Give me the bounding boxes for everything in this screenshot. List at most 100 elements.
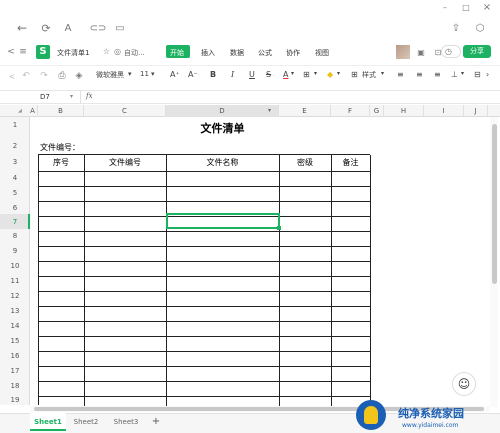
table-cell[interactable] (167, 172, 280, 187)
table-cell[interactable] (332, 322, 371, 337)
table-cell[interactable] (167, 292, 280, 307)
add-sheet-button[interactable]: + (148, 413, 164, 431)
table-style-icon[interactable]: ⊞ (351, 70, 358, 79)
link-icon[interactable]: ⊂⊃ (90, 22, 107, 34)
vertical-align-icon[interactable]: ⊥ (451, 70, 458, 79)
table-cell[interactable] (39, 277, 85, 292)
tab-home[interactable]: 开始 (170, 48, 184, 58)
table-cell[interactable] (280, 277, 332, 292)
table-cell[interactable] (39, 187, 85, 202)
dropdown-arrow-icon[interactable]: ▾ (291, 70, 294, 77)
table-cell[interactable] (85, 202, 167, 217)
table-cell[interactable] (280, 172, 332, 187)
table-cell[interactable] (39, 202, 85, 217)
table-cell[interactable] (280, 292, 332, 307)
table-cell[interactable] (85, 277, 167, 292)
share-button[interactable]: 分享 (463, 45, 491, 58)
table-cell[interactable] (85, 367, 167, 382)
assistant-icon[interactable]: ☺ (452, 372, 476, 396)
menu-icon[interactable]: ≡ (18, 47, 28, 57)
table-cell[interactable] (39, 307, 85, 322)
bold-icon[interactable]: B (210, 70, 216, 79)
name-box[interactable]: D7 (40, 93, 50, 101)
table-cell[interactable] (39, 322, 85, 337)
sheet-tab-sheet2[interactable]: Sheet2 (68, 413, 104, 431)
maximize-icon[interactable]: □ (461, 2, 471, 12)
style-dropdown[interactable]: 样式 (362, 70, 376, 80)
table-cell[interactable] (85, 172, 167, 187)
table-cell[interactable] (85, 337, 167, 352)
filter-arrow-icon[interactable]: ▾ (268, 107, 271, 114)
row-header-14[interactable]: 14 (0, 322, 30, 330)
vertical-scrollbar-thumb[interactable] (492, 124, 497, 284)
refresh-icon[interactable]: ⟳ (40, 22, 52, 35)
fill-handle[interactable] (277, 226, 281, 230)
merge-cells-icon[interactable]: ⊟ (474, 70, 481, 79)
align-right-icon[interactable]: ≡ (434, 70, 441, 79)
row-header-7[interactable]: 7 (0, 218, 30, 226)
table-cell[interactable] (85, 232, 167, 247)
present-icon[interactable]: ▣ (416, 47, 426, 57)
table-cell[interactable] (167, 367, 280, 382)
table-cell[interactable] (280, 232, 332, 247)
table-cell[interactable] (332, 187, 371, 202)
table-cell[interactable] (280, 247, 332, 262)
fill-color-icon[interactable]: ◆ (327, 70, 333, 79)
row-header-11[interactable]: 11 (0, 277, 30, 285)
table-cell[interactable] (167, 382, 280, 397)
star-icon[interactable]: ☆ (102, 47, 111, 56)
collapse-icon[interactable]: < (7, 71, 17, 81)
col-header-e[interactable]: E (279, 105, 331, 117)
row-header-10[interactable]: 10 (0, 262, 30, 270)
print-icon[interactable]: ⎙ (57, 71, 67, 81)
table-cell[interactable] (85, 292, 167, 307)
row-header-16[interactable]: 16 (0, 352, 30, 360)
autosave-label[interactable]: 自动... (124, 48, 145, 58)
redo-icon[interactable]: ↷ (39, 71, 49, 81)
strikethrough-icon[interactable]: S (266, 70, 271, 79)
share-icon[interactable]: ⇪ (450, 22, 462, 34)
table-cell[interactable] (280, 217, 332, 232)
dropdown-arrow-icon[interactable]: ▾ (337, 70, 340, 77)
row-header-6[interactable]: 6 (0, 204, 30, 212)
table-cell[interactable] (332, 307, 371, 322)
row-header-18[interactable]: 18 (0, 382, 30, 390)
dropdown-arrow-icon[interactable]: ▾ (151, 70, 155, 78)
table-header-remarks[interactable]: 备注 (331, 157, 370, 168)
table-cell[interactable] (85, 262, 167, 277)
row-header-3[interactable]: 3 (0, 158, 30, 166)
table-cell[interactable] (39, 292, 85, 307)
sheet-title[interactable]: 文件清单 (166, 120, 279, 136)
table-cell[interactable] (280, 262, 332, 277)
tab-data[interactable]: 数据 (230, 48, 244, 58)
row-header-2[interactable]: 2 (0, 142, 30, 150)
table-cell[interactable] (39, 367, 85, 382)
table-cell[interactable] (332, 337, 371, 352)
tab-insert[interactable]: 插入 (201, 48, 215, 58)
table-cell[interactable] (280, 367, 332, 382)
table-cell[interactable] (39, 172, 85, 187)
table-cell[interactable] (280, 352, 332, 367)
row-header-9[interactable]: 9 (0, 247, 30, 255)
decrease-font-icon[interactable]: A⁻ (188, 70, 198, 79)
table-cell[interactable] (332, 232, 371, 247)
table-header-file-name[interactable]: 文件名称 (166, 157, 279, 168)
font-name-select[interactable]: 微软雅黑 (96, 70, 124, 80)
underline-icon[interactable]: U (249, 70, 255, 79)
row-header-19[interactable]: 19 (0, 396, 30, 404)
col-header-d[interactable]: D (166, 105, 279, 117)
table-cell[interactable] (39, 382, 85, 397)
minimize-icon[interactable]: – (440, 2, 450, 12)
dropdown-arrow-icon[interactable]: ▾ (381, 70, 384, 77)
table-cell[interactable] (85, 352, 167, 367)
selected-cell-d7[interactable] (166, 213, 280, 229)
settings-icon[interactable]: ⬡ (474, 22, 486, 34)
row-header-12[interactable]: 12 (0, 292, 30, 300)
table-cell[interactable] (85, 217, 167, 232)
row-header-13[interactable]: 13 (0, 307, 30, 315)
dropdown-arrow-icon[interactable]: ▾ (461, 70, 464, 77)
table-cell[interactable] (167, 232, 280, 247)
table-cell[interactable] (280, 382, 332, 397)
col-header-b[interactable]: B (38, 105, 84, 117)
table-cell[interactable] (332, 367, 371, 382)
